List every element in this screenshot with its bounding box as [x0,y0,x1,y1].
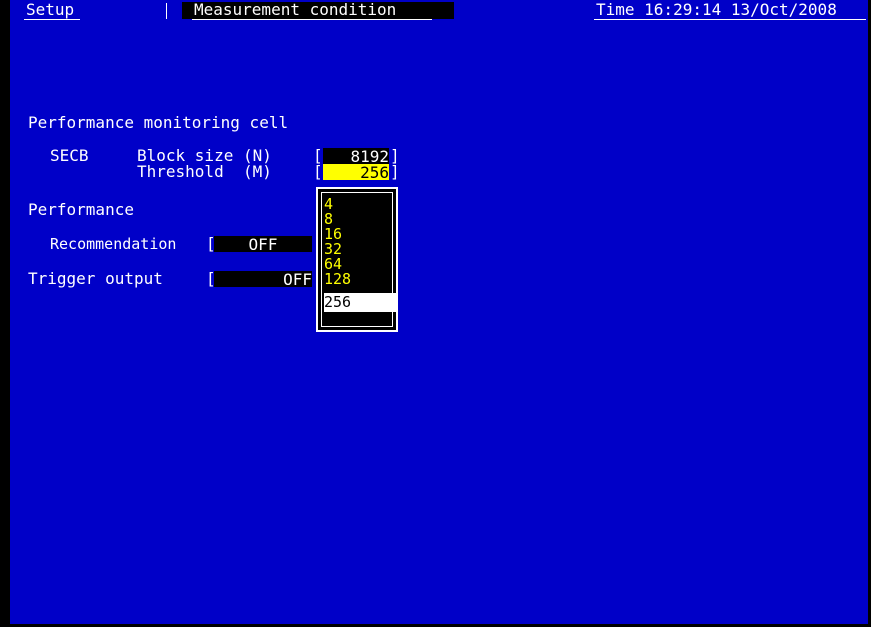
threshold-bracket-open: [ [313,162,323,181]
threshold-field[interactable]: 256 [323,164,389,181]
pm-cell-heading: Performance monitoring cell [28,113,289,132]
page-title-underline [192,19,432,20]
threshold-label: Threshold (M) [137,162,272,181]
secb-label: SECB [50,146,89,165]
title-divider [166,3,167,19]
block-size-field[interactable]: 8192 [323,148,389,165]
dropdown-list: 4 8 16 32 64 128 256 [321,192,396,327]
trigger-output-label: Trigger output [28,269,163,288]
clock: Time 16:29:14 13/Oct/2008 [596,0,837,19]
dropdown-option-128[interactable]: 128 [324,272,396,287]
screen-name-underline [24,19,80,20]
recommendation-label: Recommendation [50,235,177,253]
threshold-dropdown[interactable]: 4 8 16 32 64 128 256 [316,187,398,332]
trigger-output-field[interactable]: OFF [214,271,312,288]
screen-name: Setup [26,0,75,19]
recommendation-field[interactable]: OFF [214,236,312,253]
title-bar: Setup Measurement condition Time 16:29:1… [10,0,868,20]
setup-screen: Setup Measurement condition Time 16:29:1… [0,0,871,627]
dropdown-option-4[interactable]: 4 [324,197,396,212]
performance-heading: Performance [28,200,134,219]
threshold-bracket-close: ] [390,162,400,181]
clock-underline [594,19,866,20]
dropdown-option-256-selected[interactable]: 256 [324,293,396,312]
page-title: Measurement condition [194,0,397,19]
